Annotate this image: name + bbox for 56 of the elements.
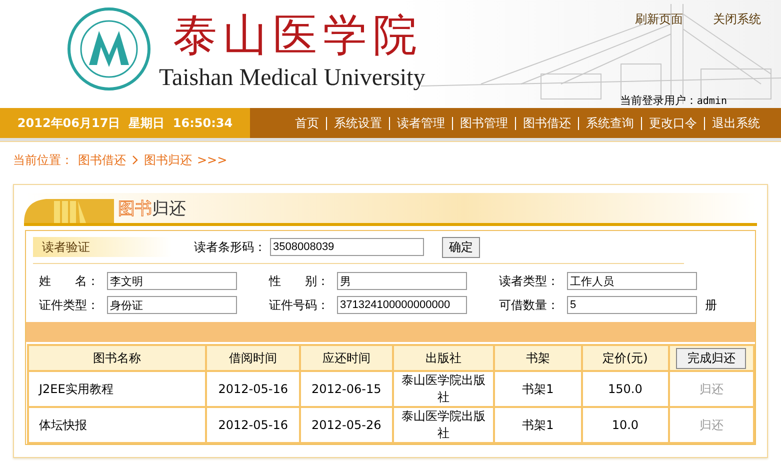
table-cell: 150.0 bbox=[582, 371, 669, 407]
university-name-english: Taishan Medical University bbox=[159, 64, 426, 92]
menu-item[interactable]: 图书借还 bbox=[515, 116, 578, 130]
table-cell: 2012-05-16 bbox=[206, 371, 300, 407]
column-header: 应还时间 bbox=[300, 345, 394, 371]
field-label: 读者类型： bbox=[499, 272, 560, 290]
confirm-button[interactable]: 确定 bbox=[442, 236, 480, 258]
table-cell: 书架1 bbox=[494, 407, 582, 443]
unit-label: 册 bbox=[705, 296, 717, 314]
breadcrumb-label: 当前位置： bbox=[13, 152, 73, 168]
column-header: 借阅时间 bbox=[206, 345, 300, 371]
field-label: 证件号码： bbox=[269, 296, 330, 314]
input-field[interactable]: 5 bbox=[567, 296, 697, 314]
column-header: 定价(元) bbox=[582, 345, 669, 371]
date-time: 2012年06月17日 星期日 16:50:34 bbox=[0, 108, 250, 138]
chevron-icon bbox=[131, 155, 139, 165]
barcode-field[interactable]: 3508008039 bbox=[270, 238, 424, 256]
field-label: 读者条形码： bbox=[194, 238, 266, 256]
input-field[interactable]: 371324100000000000 bbox=[337, 296, 467, 314]
university-logo-icon bbox=[67, 7, 151, 91]
column-header: 书架 bbox=[494, 345, 582, 371]
panel-title: 图书归还 bbox=[118, 198, 186, 221]
input-field[interactable]: 工作人员 bbox=[567, 272, 697, 290]
header-link[interactable]: 关闭系统 bbox=[713, 11, 761, 28]
input-field[interactable]: 身份证 bbox=[107, 296, 237, 314]
table-cell: 2012-05-16 bbox=[206, 407, 300, 443]
menu-item[interactable]: 读者管理 bbox=[389, 116, 452, 130]
input-field[interactable]: 李文明 bbox=[107, 272, 237, 290]
menu-item[interactable]: 更改口令 bbox=[641, 116, 704, 130]
menu-item[interactable]: 图书管理 bbox=[452, 116, 515, 130]
field-label: 姓 名： bbox=[39, 272, 100, 290]
table-cell: 10.0 bbox=[582, 407, 669, 443]
university-name: 泰山医学院 bbox=[172, 9, 424, 63]
column-header: 图书名称 bbox=[28, 345, 206, 371]
column-header: 出版社 bbox=[393, 345, 494, 371]
table-cell: 泰山医学院出版社 bbox=[393, 371, 494, 407]
field-label: 性 别： bbox=[269, 272, 330, 290]
breadcrumb-link[interactable]: 图书借还 bbox=[78, 152, 126, 168]
input-field[interactable]: 男 bbox=[337, 272, 467, 290]
menu-item[interactable]: 系统查询 bbox=[578, 116, 641, 130]
menu-item[interactable]: 系统设置 bbox=[326, 116, 389, 130]
field-label: 可借数量： bbox=[499, 296, 560, 314]
finish-return-button[interactable]: 完成归还 bbox=[676, 348, 746, 368]
menu-item[interactable]: 退出系统 bbox=[704, 116, 767, 130]
field-label: 证件类型： bbox=[39, 296, 100, 314]
table-cell: 泰山医学院出版社 bbox=[393, 407, 494, 443]
table-cell: J2EE实用教程 bbox=[28, 371, 206, 407]
header-link[interactable]: 刷新页面 bbox=[635, 11, 683, 28]
current-user: 当前登录用户：admin bbox=[620, 93, 727, 108]
table-cell: 2012-06-15 bbox=[300, 371, 394, 407]
breadcrumb-trail: >>> bbox=[197, 153, 228, 167]
breadcrumb-link[interactable]: 图书归还 bbox=[144, 152, 192, 168]
table-cell: 2012-05-26 bbox=[300, 407, 394, 443]
menu-item[interactable]: 首页 bbox=[288, 116, 326, 130]
table-cell: 体坛快报 bbox=[28, 407, 206, 443]
table-cell: 书架1 bbox=[494, 371, 582, 407]
